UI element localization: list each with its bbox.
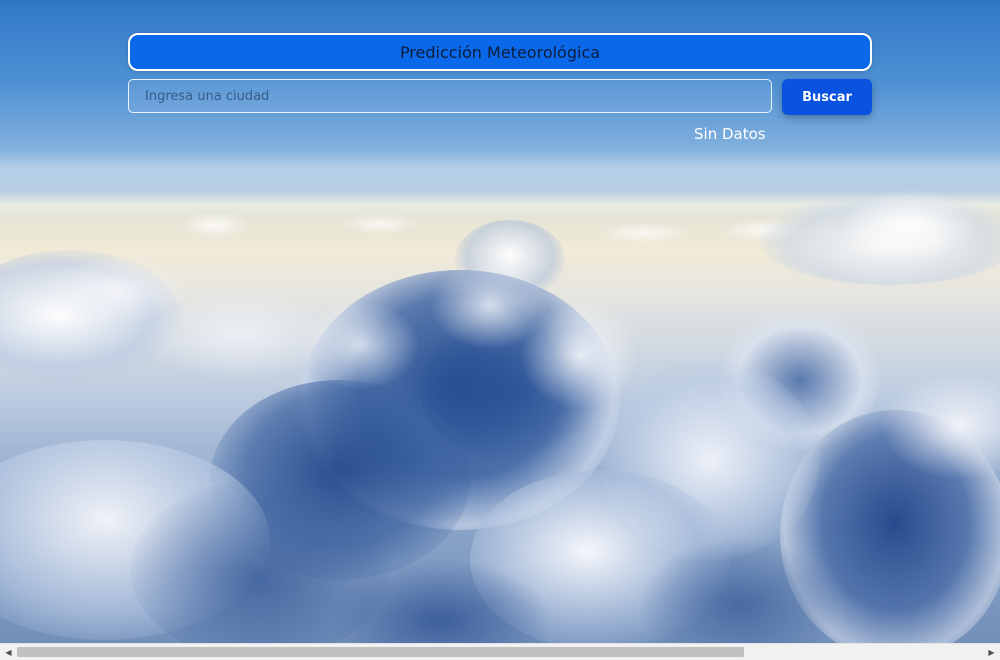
- scrollbar-thumb[interactable]: [17, 647, 744, 657]
- weather-status-text: Sin Datos: [694, 125, 766, 143]
- horizontal-scrollbar[interactable]: ◀ ▶: [0, 643, 1000, 660]
- page-title: Predicción Meteorológica: [399, 42, 601, 62]
- city-search-input[interactable]: [128, 79, 772, 113]
- scroll-right-arrow-icon[interactable]: ▶: [983, 644, 1000, 660]
- search-button[interactable]: Buscar: [782, 79, 872, 115]
- scroll-left-arrow-icon[interactable]: ◀: [0, 644, 17, 660]
- app-title-bar: Predicción Meteorológica: [128, 33, 872, 71]
- weather-app: Predicción Meteorológica Buscar Sin Dato…: [0, 0, 1000, 660]
